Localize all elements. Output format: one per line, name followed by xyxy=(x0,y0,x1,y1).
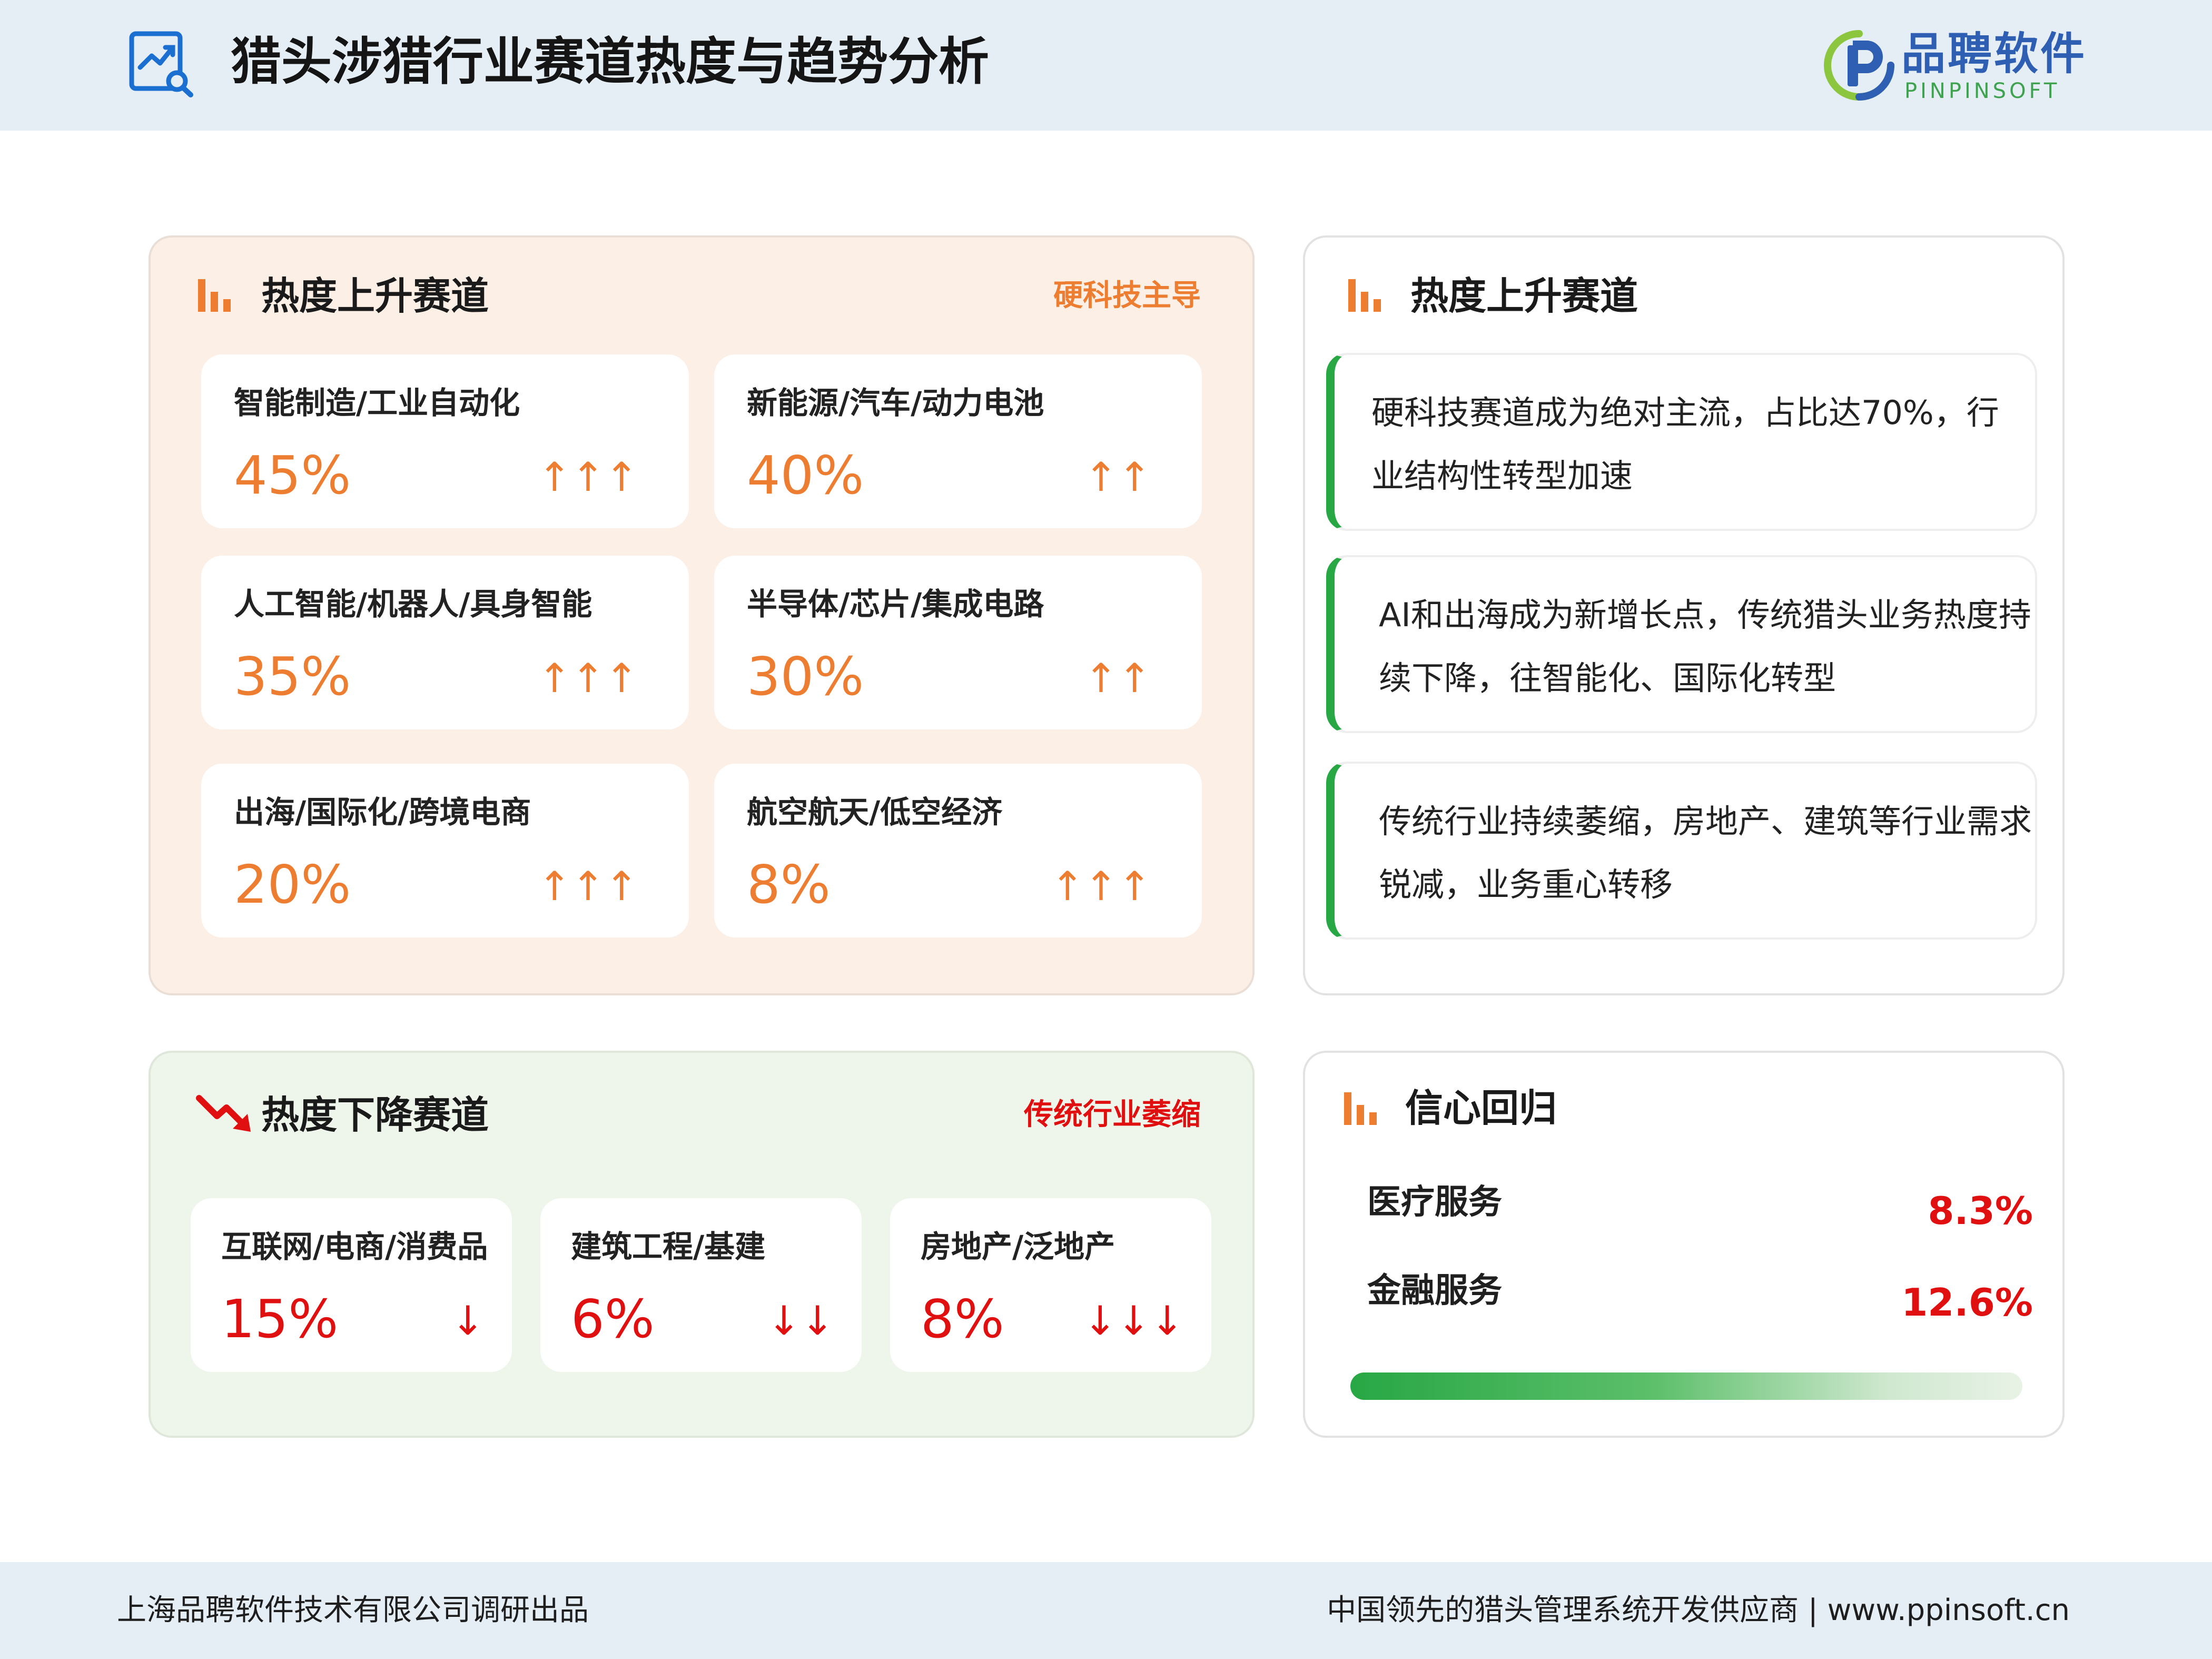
footer-tagline: 中国领先的猎头管理系统开发供应商 | www.ppinsoft.cn xyxy=(1327,1593,2070,1627)
up-arrows-icon: ↑↑↑ xyxy=(1050,863,1151,910)
falling-card: 互联网/电商/消费品 15% ↓ xyxy=(191,1198,512,1372)
down-arrows-icon: ↓↓ xyxy=(767,1297,834,1344)
card-percent: 35% xyxy=(234,646,351,707)
confidence-label: 医疗服务 xyxy=(1367,1183,1502,1222)
up-arrows-icon: ↑↑ xyxy=(1084,453,1151,500)
insight-text: AI和出海成为新增长点，传统猎头业务热度持续下降，往智能化、国际化转型 xyxy=(1379,596,2031,697)
down-arrows-icon: ↓↓↓ xyxy=(1083,1297,1184,1344)
insight-card: 传统行业持续萎缩，房地产、建筑等行业需求锐减，业务重心转移 xyxy=(1326,762,2037,940)
rising-card: 航空航天/低空经济 8% ↑↑↑ xyxy=(714,764,1202,937)
falling-card: 建筑工程/基建 6% ↓↓ xyxy=(540,1198,862,1372)
card-percent: 8% xyxy=(747,854,831,915)
confidence-bar xyxy=(1350,1372,2022,1400)
rising-card: 新能源/汽车/动力电池 40% ↑↑ xyxy=(714,354,1202,528)
insight-text: 硬科技赛道成为绝对主流，占比达70%，行业结构性转型加速 xyxy=(1371,393,1999,495)
brand-name-en: PINPINSOFT xyxy=(1904,79,2060,103)
bar-chart-icon xyxy=(198,279,231,312)
down-arrows-icon: ↓ xyxy=(451,1297,485,1344)
rising-card: 出海/国际化/跨境电商 20% ↑↑↑ xyxy=(201,764,689,937)
up-arrows-icon: ↑↑↑ xyxy=(537,655,638,702)
falling-title: 热度下降赛道 xyxy=(261,1093,489,1137)
chart-search-icon xyxy=(129,31,193,97)
card-percent: 8% xyxy=(921,1288,1004,1350)
brand-logo: 品聘软件 PINPINSOFT xyxy=(1822,26,2096,105)
header-bar: 猎头涉猎行业赛道热度与趋势分析 品聘软件 PINPINSOFT xyxy=(0,0,2212,131)
confidence-label: 金融服务 xyxy=(1367,1271,1502,1310)
card-percent: 6% xyxy=(571,1288,655,1350)
confidence-value: 8.3% xyxy=(1928,1189,2033,1233)
falling-card: 房地产/泛地产 8% ↓↓↓ xyxy=(890,1198,1211,1372)
insight-title: 热度上升赛道 xyxy=(1410,274,1638,318)
bar-chart-icon xyxy=(1348,279,1381,312)
insight-card: 硬科技赛道成为绝对主流，占比达70%，行业结构性转型加速 xyxy=(1326,353,2037,531)
rising-card: 半导体/芯片/集成电路 30% ↑↑ xyxy=(714,556,1202,729)
card-name: 航空航天/低空经济 xyxy=(747,794,1003,830)
up-arrows-icon: ↑↑↑ xyxy=(537,863,638,910)
rising-title: 热度上升赛道 xyxy=(261,274,489,318)
up-arrows-icon: ↑↑ xyxy=(1084,655,1151,702)
card-name: 互联网/电商/消费品 xyxy=(221,1229,488,1265)
footer-bar: 上海品聘软件技术有限公司调研出品 中国领先的猎头管理系统开发供应商 | www.… xyxy=(0,1562,2212,1659)
bar-chart-icon xyxy=(1344,1092,1377,1125)
insight-text: 传统行业持续萎缩，房地产、建筑等行业需求锐减，业务重心转移 xyxy=(1379,802,2032,904)
footer-company: 上海品聘软件技术有限公司调研出品 xyxy=(117,1593,589,1627)
card-percent: 15% xyxy=(221,1288,339,1350)
card-percent: 30% xyxy=(747,646,864,707)
card-name: 新能源/汽车/动力电池 xyxy=(747,385,1044,421)
card-name: 半导体/芯片/集成电路 xyxy=(747,586,1044,622)
page-title: 猎头涉猎行业赛道热度与趋势分析 xyxy=(231,32,989,91)
card-name: 出海/国际化/跨境电商 xyxy=(234,794,531,830)
card-percent: 20% xyxy=(234,854,351,915)
insight-card: AI和出海成为新增长点，传统猎头业务热度持续下降，往智能化、国际化转型 xyxy=(1326,555,2037,733)
card-percent: 40% xyxy=(747,445,864,506)
rising-tag: 硬科技主导 xyxy=(1053,279,1201,313)
trend-down-icon xyxy=(196,1095,251,1132)
rising-card: 智能制造/工业自动化 45% ↑↑↑ xyxy=(201,354,689,528)
brand-name: 品聘软件 xyxy=(1901,28,2087,80)
card-name: 智能制造/工业自动化 xyxy=(234,385,520,421)
rising-card: 人工智能/机器人/具身智能 35% ↑↑↑ xyxy=(201,556,689,729)
brand-mark-icon xyxy=(1824,30,1894,101)
falling-tag: 传统行业萎缩 xyxy=(1024,1098,1201,1132)
card-percent: 45% xyxy=(234,445,351,506)
up-arrows-icon: ↑↑↑ xyxy=(537,453,638,500)
card-name: 房地产/泛地产 xyxy=(921,1229,1115,1265)
card-name: 建筑工程/基建 xyxy=(571,1229,766,1265)
card-name: 人工智能/机器人/具身智能 xyxy=(234,586,592,622)
confidence-title: 信心回归 xyxy=(1405,1086,1557,1130)
confidence-value: 12.6% xyxy=(1901,1280,2033,1325)
